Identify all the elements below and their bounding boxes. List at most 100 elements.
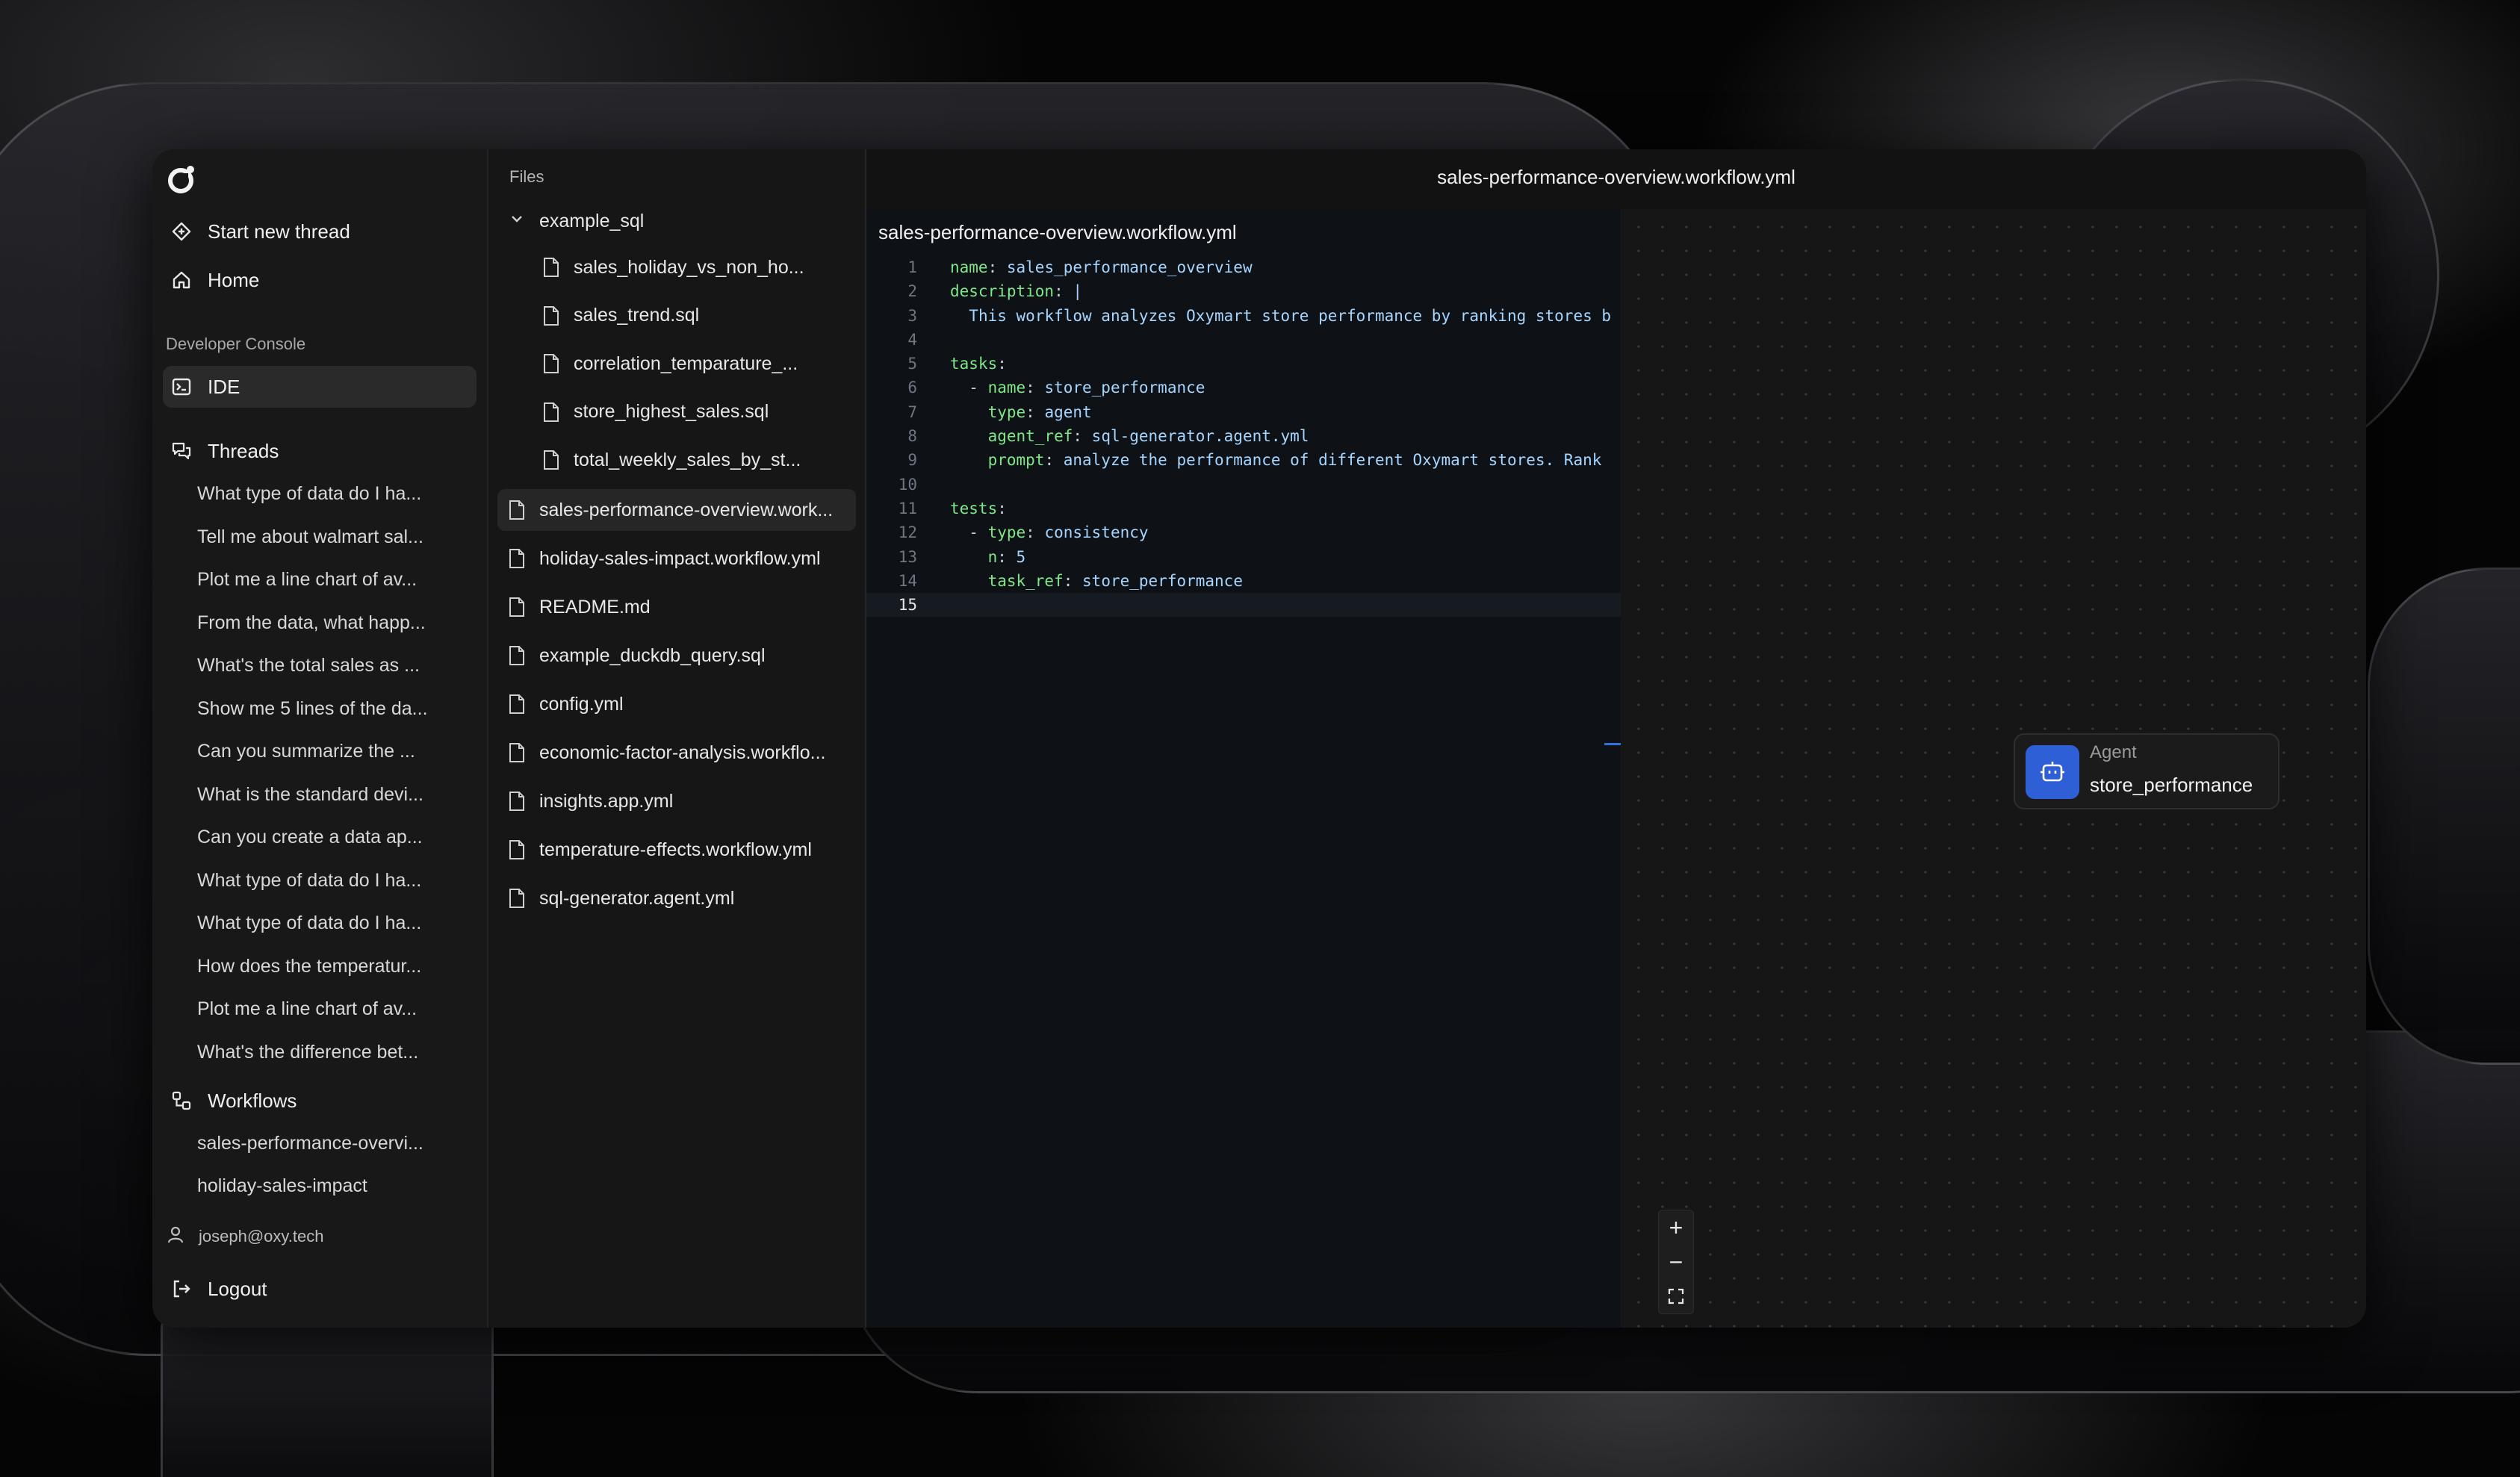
- file-item[interactable]: README.md: [497, 586, 856, 628]
- line-number: 1: [907, 258, 917, 276]
- file-item[interactable]: config.yml: [497, 683, 856, 725]
- file-item[interactable]: temperature-effects.workflow.yml: [497, 829, 856, 871]
- file-item[interactable]: insights.app.yml: [497, 780, 856, 822]
- code-line[interactable]: 10: [866, 473, 1621, 497]
- yaml-separator: :: [1025, 402, 1045, 421]
- zoom-out-button[interactable]: −: [1659, 1245, 1693, 1279]
- thread-item[interactable]: Plot me a line chart of av...: [197, 990, 444, 1027]
- yaml-value: consistency: [1044, 523, 1149, 542]
- yaml-value: store_performance: [1044, 379, 1205, 397]
- line-indent: -: [950, 523, 988, 542]
- file-item[interactable]: economic-factor-analysis.workflo...: [497, 732, 856, 774]
- line-content: name: sales_performance_overview: [950, 255, 1253, 279]
- file-item[interactable]: sql-generator.agent.yml: [497, 877, 856, 919]
- ide-nav-item[interactable]: IDE: [163, 366, 477, 408]
- thread-item[interactable]: What type of data do I ha...: [197, 862, 444, 899]
- agent-node[interactable]: Agent store_performance: [2014, 733, 2280, 809]
- code-line[interactable]: 14 task_ref: store_performance: [866, 569, 1621, 593]
- line-number: 8: [907, 427, 917, 446]
- threads-section-header[interactable]: Threads: [163, 430, 477, 472]
- workflows-section-header[interactable]: Workflows: [163, 1080, 477, 1122]
- logout-button[interactable]: Logout: [163, 1268, 477, 1310]
- thread-item[interactable]: What's the difference bet...: [197, 1033, 444, 1071]
- code-line[interactable]: 12 - type: consistency: [866, 520, 1621, 544]
- line-content: description: |: [950, 279, 1082, 303]
- thread-item[interactable]: Can you summarize the ...: [197, 733, 444, 770]
- code-line[interactable]: 15: [866, 593, 1621, 618]
- code-line[interactable]: 2 description: |: [866, 279, 1621, 303]
- home-nav-item[interactable]: Home: [163, 259, 477, 301]
- file-icon: [509, 549, 524, 568]
- workflow-item[interactable]: sales-performance-overvi...: [197, 1125, 444, 1162]
- file-item[interactable]: sales_trend.sql: [532, 295, 853, 337]
- code-line[interactable]: 6 - name: store_performance: [866, 376, 1621, 399]
- thread-item[interactable]: Plot me a line chart of av...: [197, 561, 444, 598]
- workflow-item[interactable]: holiday-sales-impact: [197, 1167, 444, 1204]
- user-email: joseph@oxy.tech: [199, 1227, 324, 1246]
- code-line[interactable]: 5 tasks:: [866, 352, 1621, 376]
- code-line[interactable]: 3 This workflow analyzes Oxymart store p…: [866, 304, 1621, 328]
- file-item[interactable]: correlation_temparature_...: [532, 343, 853, 385]
- file-item[interactable]: store_highest_sales.sql: [532, 391, 853, 433]
- file-item-selected[interactable]: sales-performance-overview.work...: [497, 489, 856, 531]
- logo-icon[interactable]: [166, 163, 199, 196]
- code-line[interactable]: 13 n: 5: [866, 545, 1621, 569]
- file-item[interactable]: example_duckdb_query.sql: [497, 635, 856, 677]
- line-content: type: agent: [950, 400, 1092, 424]
- file-icon: [509, 597, 524, 617]
- file-icon: [544, 450, 559, 470]
- yaml-separator: :: [997, 547, 1017, 566]
- file-name: store_highest_sales.sql: [574, 401, 769, 422]
- yaml-key: type: [987, 402, 1026, 421]
- code-line[interactable]: 11 tests:: [866, 497, 1621, 520]
- thread-item[interactable]: What type of data do I ha...: [197, 475, 444, 512]
- fullscreen-icon: [1668, 1288, 1684, 1305]
- folder-example-sql[interactable]: example_sql: [497, 200, 856, 242]
- thread-item[interactable]: What is the standard devi...: [197, 776, 444, 813]
- yaml-separator: :: [1025, 379, 1045, 397]
- code-area[interactable]: 1 name: sales_performance_overview 2 descri…: [866, 255, 1621, 618]
- yaml-key: description: [950, 282, 1055, 301]
- home-label: Home: [208, 268, 260, 291]
- line-content: - name: store_performance: [950, 376, 1205, 399]
- thread-item[interactable]: Can you create a data ap...: [197, 818, 444, 856]
- background-shape: [161, 1307, 494, 1477]
- start-new-thread-label: Start new thread: [208, 220, 350, 243]
- code-line[interactable]: 9 prompt: analyze the performance of dif…: [866, 448, 1621, 472]
- thread-item[interactable]: From the data, what happ...: [197, 604, 444, 641]
- code-editor[interactable]: sales-performance-overview.workflow.yml …: [866, 209, 1621, 1328]
- thread-item[interactable]: Show me 5 lines of the da...: [197, 690, 444, 727]
- yaml-value: |: [1073, 282, 1083, 301]
- start-new-thread-button[interactable]: Start new thread: [163, 211, 477, 252]
- zoom-controls: + −: [1658, 1210, 1694, 1314]
- file-name: sales_holiday_vs_non_ho...: [574, 256, 804, 278]
- file-name: temperature-effects.workflow.yml: [539, 839, 812, 860]
- file-item[interactable]: total_weekly_sales_by_st...: [532, 439, 853, 481]
- file-item[interactable]: sales_holiday_vs_non_ho...: [532, 246, 853, 288]
- logout-icon: [170, 1278, 193, 1300]
- code-line[interactable]: 4: [866, 328, 1621, 352]
- code-line[interactable]: 7 type: agent: [866, 400, 1621, 424]
- code-line[interactable]: 1 name: sales_performance_overview: [866, 255, 1621, 279]
- file-item[interactable]: holiday-sales-impact.workflow.yml: [497, 538, 856, 579]
- yaml-value: sql-generator.agent.yml: [1091, 427, 1309, 446]
- line-content: This workflow analyzes Oxymart store per…: [950, 304, 1611, 328]
- thread-item[interactable]: Tell me about walmart sal...: [197, 518, 444, 556]
- zoom-in-button[interactable]: +: [1659, 1210, 1693, 1245]
- yaml-key: tasks: [950, 355, 998, 373]
- bot-icon: [2026, 745, 2079, 799]
- yaml-separator: :: [1063, 571, 1083, 590]
- user-account[interactable]: joseph@oxy.tech: [166, 1225, 323, 1249]
- fit-view-button[interactable]: [1659, 1279, 1693, 1313]
- yaml-separator: :: [997, 499, 1007, 517]
- code-line[interactable]: 8 agent_ref: sql-generator.agent.yml: [866, 424, 1621, 448]
- line-indent: -: [950, 379, 988, 397]
- line-number: 9: [907, 451, 917, 470]
- line-number: 6: [907, 379, 917, 397]
- editor-filename: sales-performance-overview.workflow.yml: [878, 221, 1237, 243]
- thread-item[interactable]: How does the temperatur...: [197, 948, 444, 985]
- thread-item[interactable]: What's the total sales as ...: [197, 647, 444, 684]
- line-number: 7: [907, 402, 917, 421]
- thread-item[interactable]: What type of data do I ha...: [197, 904, 444, 942]
